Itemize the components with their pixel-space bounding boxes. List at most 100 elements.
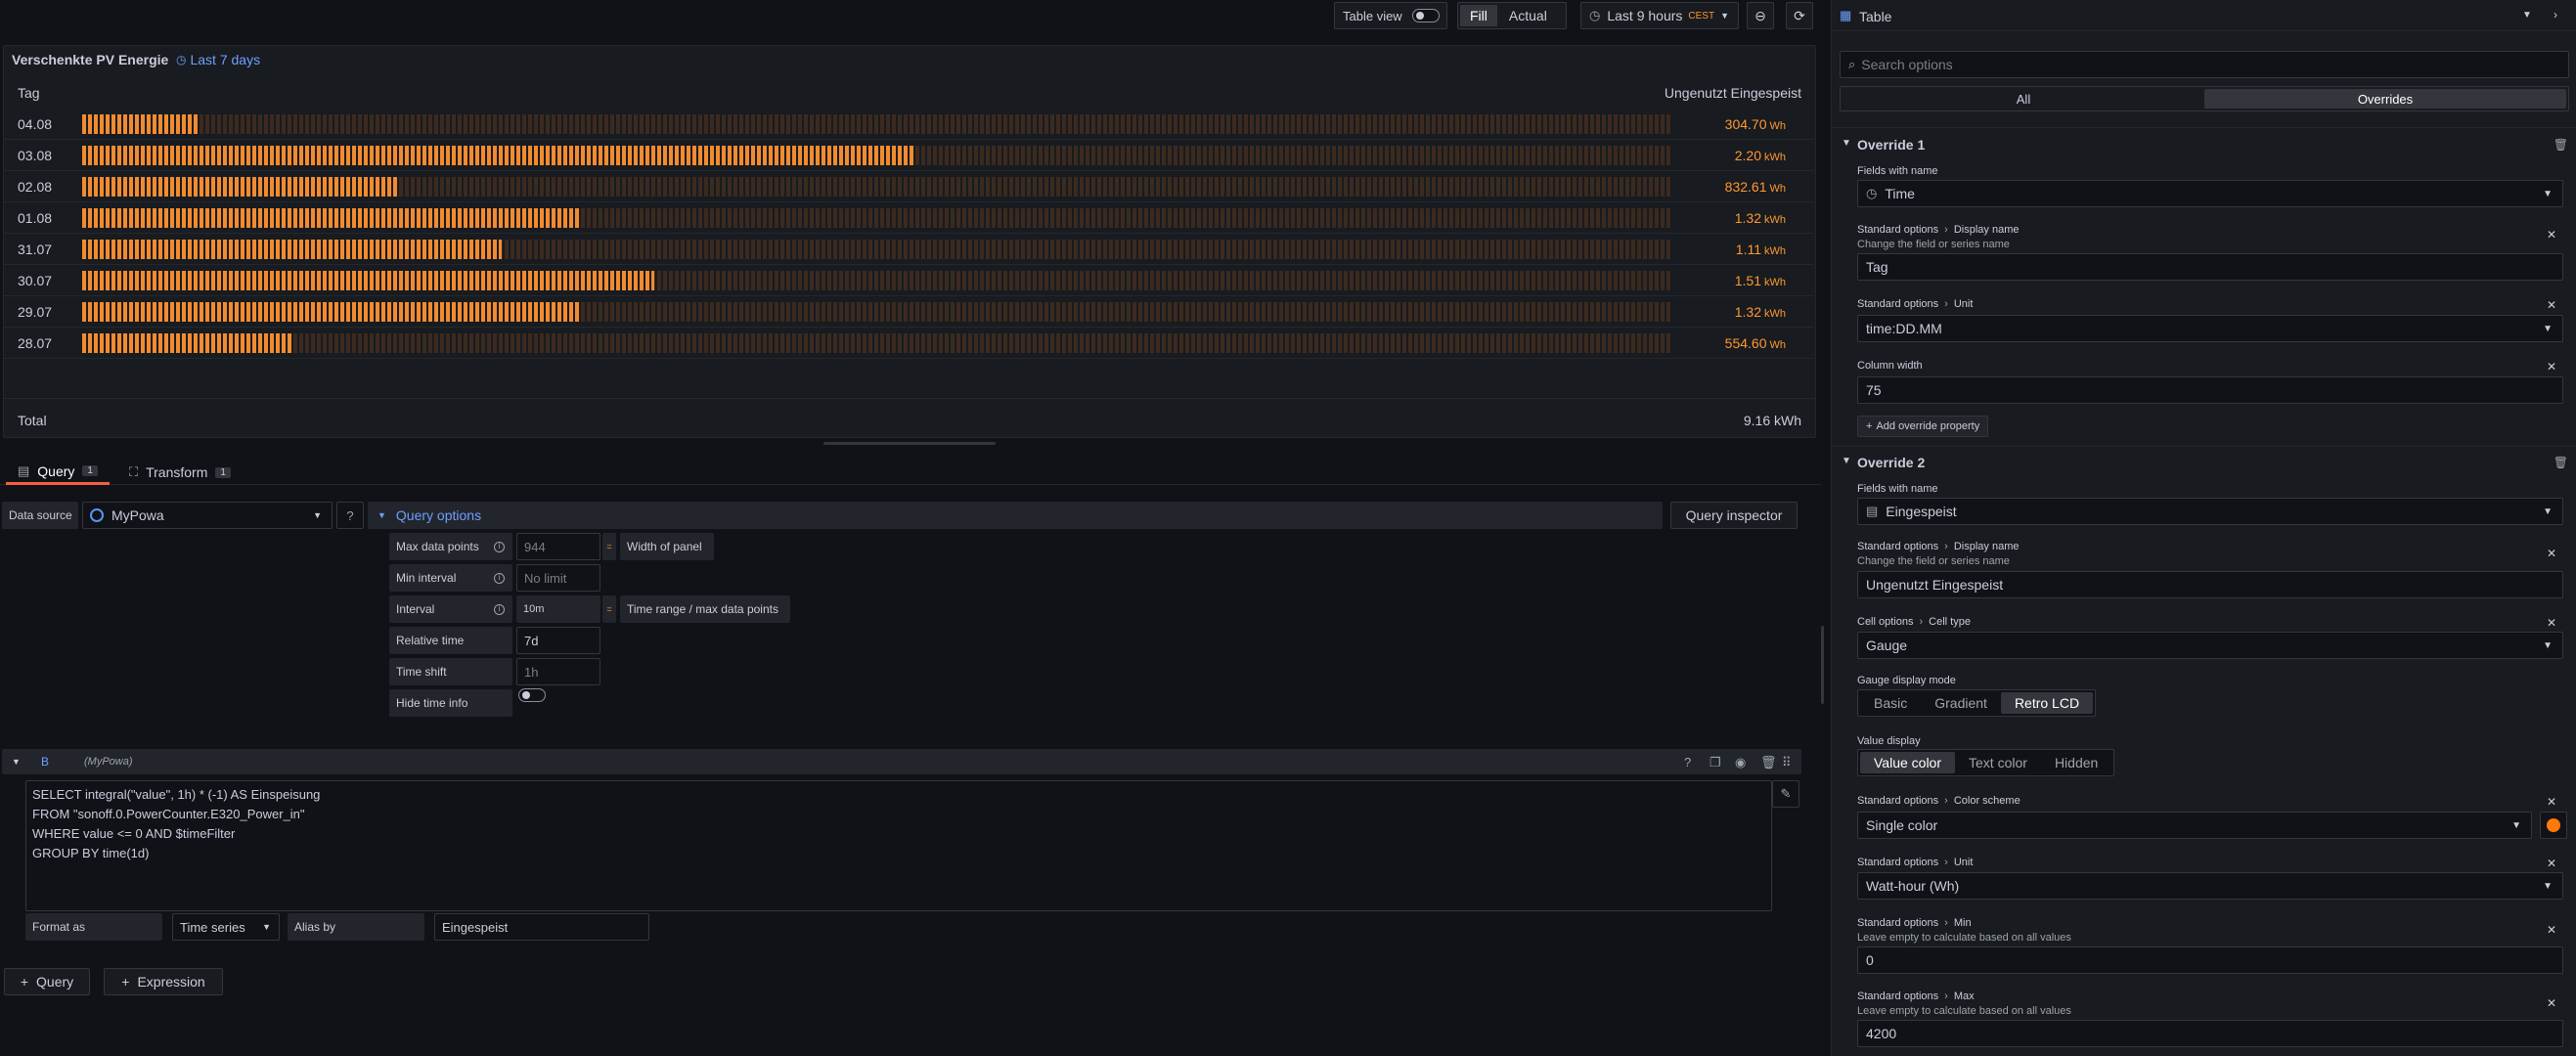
fill-button[interactable]: Fill [1460, 5, 1497, 26]
drag-handle-icon[interactable]: ⠿ [1782, 755, 1792, 770]
tab-transform-label: Transform [146, 464, 208, 480]
query-inspector-button[interactable]: Query inspector [1670, 502, 1798, 529]
value-display-value-color[interactable]: Value color [1860, 752, 1956, 773]
format-as-value: Time series [180, 919, 245, 935]
tab-all[interactable]: All [1843, 89, 2204, 109]
search-options-input[interactable]: ⌕ Search options [1840, 51, 2569, 78]
alias-by-input[interactable]: Eingespeist [434, 913, 649, 941]
trash-icon[interactable]: 🗑 [2554, 456, 2568, 469]
hide-time-info-switch[interactable] [518, 688, 546, 705]
duplicate-icon[interactable]: ❐ [1710, 755, 1721, 770]
query-line-1: SELECT integral("value", 1h) * (-1) AS E… [32, 787, 321, 802]
query-ref-id[interactable]: B [41, 755, 49, 769]
tab-overrides[interactable]: Overrides [2204, 89, 2566, 109]
collapse-pane-icon[interactable]: › [2554, 8, 2557, 22]
interval-hint: Time range / max data points [620, 595, 790, 623]
override-1-title[interactable]: Override 1 [1857, 137, 1925, 153]
add-query-button[interactable]: + Query [4, 968, 90, 995]
override-1-prop-2-title: Standard options › Unit [1857, 298, 1973, 310]
remove-property-icon[interactable]: ✕ [2547, 228, 2556, 242]
remove-property-icon[interactable]: ✕ [2547, 616, 2556, 630]
max-data-points-placeholder: 944 [524, 539, 546, 554]
prop-name: Display name [1953, 541, 2020, 552]
tab-query[interactable]: ▤ Query 1 [6, 460, 110, 485]
database-icon: ▤ [18, 462, 30, 478]
table-view-toggle[interactable]: Table view [1334, 2, 1447, 29]
refresh-button[interactable]: ⟳ [1786, 2, 1813, 29]
override-2-field-select[interactable]: ▤ Eingespeist ▼ [1857, 498, 2563, 525]
row-value: 554.60 Wh [1725, 335, 1786, 351]
tab-query-count: 1 [82, 465, 98, 476]
override-1-display-name-input[interactable]: Tag [1857, 253, 2563, 281]
remove-property-icon[interactable]: ✕ [2547, 857, 2556, 870]
override-2-title[interactable]: Override 2 [1857, 455, 1925, 470]
remove-property-icon[interactable]: ✕ [2547, 547, 2556, 560]
value-display-text-color[interactable]: Text color [1955, 752, 2041, 773]
override-2-color-scheme-value: Single color [1866, 817, 1938, 833]
override-2-max-input[interactable]: 4200 [1857, 1020, 2563, 1047]
hide-time-info-toggle[interactable] [518, 688, 546, 702]
color-picker-button[interactable] [2540, 812, 2567, 839]
gauge-mode-retro-lcd[interactable]: Retro LCD [2000, 692, 2094, 714]
refresh-icon: ⟳ [1794, 7, 1805, 23]
viz-picker[interactable]: ▦ Table ▼ › [1832, 0, 2576, 31]
table-panel: Verschenkte PV Energie ◷ Last 7 days Tag … [3, 45, 1816, 438]
override-2-unit-select[interactable]: Watt-hour (Wh) ▼ [1857, 872, 2563, 900]
remove-property-icon[interactable]: ✕ [2547, 795, 2556, 809]
search-icon: ⌕ [1848, 57, 1856, 71]
min-interval-input[interactable]: No limit [516, 564, 600, 592]
chevron-down-icon[interactable]: ▼ [1842, 138, 1851, 149]
alias-by-label: Alias by [288, 913, 424, 941]
tab-transform[interactable]: ⛶ Transform 1 [129, 460, 231, 485]
row-value-number: 1.32 [1734, 210, 1761, 226]
row-value-unit: Wh [1769, 120, 1787, 132]
remove-property-icon[interactable]: ✕ [2547, 923, 2556, 937]
override-1-unit-select[interactable]: time:DD.MM ▼ [1857, 315, 2563, 342]
panel-resize-handle[interactable] [823, 442, 996, 445]
panel-title[interactable]: Verschenkte PV Energie [12, 52, 168, 67]
data-source-value: MyPowa [111, 507, 164, 523]
query-editor[interactable]: SELECT integral("value", 1h) * (-1) AS E… [25, 780, 1772, 911]
override-1-field-select[interactable]: ◷ Time ▼ [1857, 180, 2563, 207]
table-view-switch[interactable] [1411, 9, 1440, 22]
data-source-picker[interactable]: MyPowa ▼ [82, 502, 333, 529]
info-icon: i [494, 572, 505, 584]
clock-icon: ◷ [1866, 186, 1878, 200]
data-source-help-button[interactable]: ? [336, 502, 364, 529]
override-1-column-width-input[interactable]: 75 [1857, 376, 2563, 404]
raw-query-toggle-button[interactable]: ✎ [1772, 780, 1799, 808]
override-2-min-input[interactable]: 0 [1857, 946, 2563, 974]
gauge-fill [82, 177, 397, 197]
query-options-toggle[interactable]: ▼ Query options [368, 502, 1663, 529]
time-range-picker[interactable]: ◷ Last 9 hours CEST ▼ [1580, 2, 1739, 29]
actual-button[interactable]: Actual [1497, 8, 1559, 23]
query-help-icon[interactable]: ? [1684, 755, 1691, 770]
max-data-points-input[interactable]: 944 [516, 533, 600, 560]
column-header-tag[interactable]: Tag [18, 85, 40, 101]
time-range-label: Last 9 hours [1607, 8, 1683, 23]
chevron-down-icon[interactable]: ▼ [1842, 456, 1851, 466]
relative-time-input[interactable]: 7d [516, 627, 600, 654]
remove-property-icon[interactable]: ✕ [2547, 360, 2556, 374]
override-2-display-name-input[interactable]: Ungenutzt Eingespeist [1857, 571, 2563, 598]
override-2-cell-type-select[interactable]: Gauge ▼ [1857, 632, 2563, 659]
zoom-out-button[interactable]: ⊖ [1747, 2, 1774, 29]
column-header-value[interactable]: Ungenutzt Eingespeist [1665, 85, 1801, 101]
trash-icon[interactable]: 🗑 [2554, 138, 2568, 152]
format-as-select[interactable]: Time series ▼ [172, 913, 280, 941]
remove-property-icon[interactable]: ✕ [2547, 298, 2556, 312]
gauge-mode-basic[interactable]: Basic [1860, 692, 1921, 714]
override-2-color-scheme-select[interactable]: Single color ▼ [1857, 812, 2532, 839]
trash-icon[interactable]: 🗑 [1760, 755, 1777, 770]
time-shift-input[interactable]: 1h [516, 658, 600, 685]
query-b-header[interactable]: ▼ B (MyPowa) ? ❐ ◉ 🗑 ⠿ [2, 749, 1801, 774]
table-row: 04.08 304.70 Wh [4, 109, 1813, 140]
value-display-hidden[interactable]: Hidden [2041, 752, 2111, 773]
remove-property-icon[interactable]: ✕ [2547, 996, 2556, 1010]
gauge-mode-gradient[interactable]: Gradient [1921, 692, 2001, 714]
splitter-handle[interactable] [1821, 626, 1824, 704]
eye-icon[interactable]: ◉ [1735, 755, 1746, 770]
add-expression-button[interactable]: + Expression [104, 968, 223, 995]
query-line-4: GROUP BY time(1d) [32, 846, 150, 860]
add-override-property-button[interactable]: + Add override property [1857, 416, 1989, 437]
